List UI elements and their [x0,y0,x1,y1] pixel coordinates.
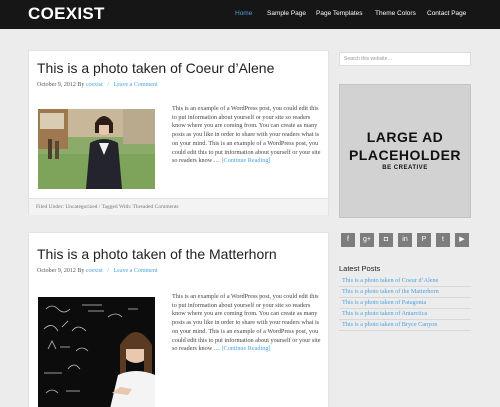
latest-post-link[interactable]: This is a photo taken of Patagonia [339,298,471,309]
google-plus-icon[interactable]: g+ [360,233,374,247]
post-footer: Filed Under: Uncategorized / Tagged With… [29,198,328,215]
nav-item-home[interactable]: Home [235,10,252,17]
ad-title-line2: PLACEHOLDER [348,147,462,163]
post-date: October 9, 2012 By [37,268,85,274]
post-title[interactable]: This is a photo taken of Coeur d’Alene [37,60,274,76]
post-author-link[interactable]: coexist [86,268,103,274]
nav-item-contact-page[interactable]: Contact Page [427,10,466,17]
latest-post-link[interactable]: This is a photo taken of the Matterhorn [339,287,471,298]
ad-title-line1: LARGE AD [366,129,444,145]
ad-tagline: BE CREATIVE [382,165,428,171]
continue-reading-link[interactable]: [Continue Reading] [222,157,271,164]
post-card: This is a photo taken of the Matterhorn … [28,232,329,407]
latest-posts-list: This is a photo taken of Coeur d’Alene T… [339,276,471,331]
continue-reading-link[interactable]: [Continue Reading] [222,345,271,352]
post-author-link[interactable]: coexist [86,82,103,88]
latest-post-link[interactable]: This is a photo taken of Antarctica [339,309,471,320]
post-meta: October 9, 2012 By coexist / Leave a Com… [37,268,157,274]
post-excerpt: This is an example of a WordPress post, … [172,293,323,354]
pinterest-icon[interactable]: P [417,233,431,247]
latest-posts-heading: Latest Posts [339,264,381,273]
youtube-icon[interactable]: ▶ [455,233,469,247]
post-thumbnail-coeur-dalene[interactable] [38,109,155,189]
ad-placeholder[interactable]: LARGE AD PLACEHOLDER BE CREATIVE [339,84,471,218]
latest-post-link[interactable]: This is a photo taken of Coeur d’Alene [339,276,471,287]
site-header: COEXIST Home Sample Page Page Templates … [0,0,500,29]
nav-item-sample-page[interactable]: Sample Page [267,10,306,17]
post-meta: October 9, 2012 By coexist / Leave a Com… [37,82,157,88]
linkedin-icon[interactable]: in [398,233,412,247]
post-excerpt-text: This is an example of a WordPress post, … [172,293,321,353]
nav-item-theme-colors[interactable]: Theme Colors [375,10,416,17]
twitter-icon[interactable]: t [436,233,450,247]
post-title[interactable]: This is a photo taken of the Matterhorn [37,246,277,262]
search-input[interactable]: Search this website… [339,52,471,66]
facebook-icon[interactable]: f [341,233,355,247]
comment-link[interactable]: Leave a Comment [114,268,158,274]
meta-separator: / [107,82,109,88]
latest-post-link[interactable]: This is a photo taken of Bryce Canyon [339,320,471,331]
meta-separator: / [107,268,109,274]
post-date: October 9, 2012 By [37,82,85,88]
nav-item-page-templates[interactable]: Page Templates [316,10,363,17]
post-card: This is a photo taken of Coeur d’Alene O… [28,50,329,215]
post-excerpt: This is an example of a WordPress post, … [172,105,323,166]
post-thumbnail-matterhorn[interactable] [38,297,155,407]
instagram-icon[interactable]: ◘ [379,233,393,247]
comment-link[interactable]: Leave a Comment [114,82,158,88]
main-nav: Home Sample Page Page Templates Theme Co… [0,10,500,22]
post-excerpt-text: This is an example of a WordPress post, … [172,105,321,165]
